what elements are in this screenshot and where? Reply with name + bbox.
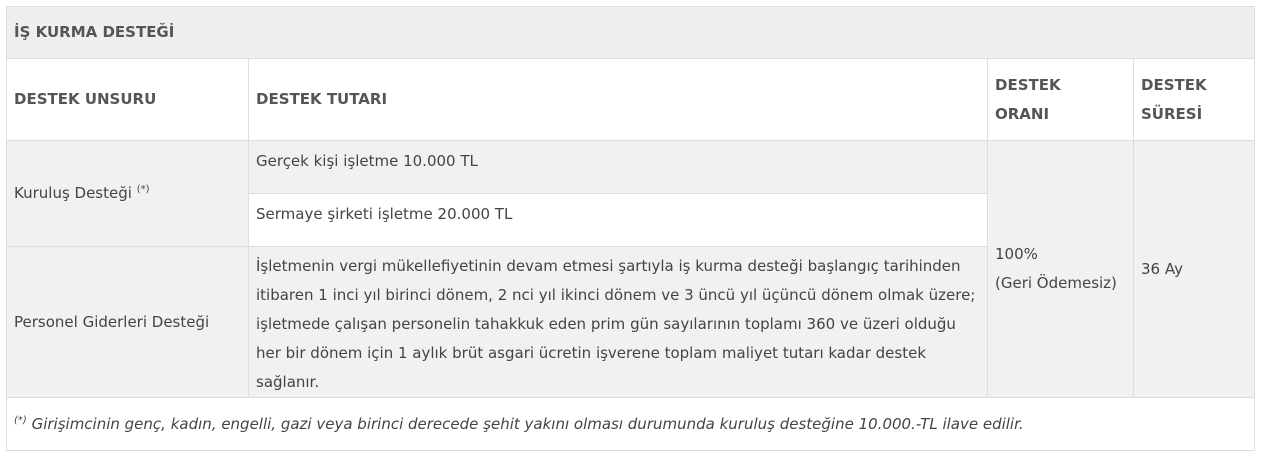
oran-value: 100% xyxy=(995,245,1038,263)
table-title-row: İŞ KURMA DESTEĞİ xyxy=(5,6,1256,59)
header-destek-suresi: DESTEK SÜRESİ xyxy=(1132,58,1256,141)
sure-cell: 36 Ay xyxy=(1132,140,1256,398)
header-oran-line1: DESTEK xyxy=(995,75,1061,94)
oran-cell: 100% (Geri Ödemesiz) xyxy=(987,140,1134,398)
personel-label: Personel Giderleri Desteği xyxy=(6,246,249,398)
kurulus-label: Kuruluş Desteği xyxy=(14,184,132,202)
header-destek-unsuru: DESTEK UNSURU xyxy=(6,58,249,141)
table-row: Kuruluş Desteği (*) Gerçek kişi işletme … xyxy=(6,140,1256,398)
kurulus-amount-2: Sermaye şirketi işletme 20.000 TL xyxy=(248,193,988,247)
table-title: İŞ KURMA DESTEĞİ xyxy=(5,6,1256,59)
header-destek-orani: DESTEK ORANI xyxy=(987,58,1134,141)
footnote: (*) Girişimcinin genç, kadın, engelli, g… xyxy=(5,397,1256,451)
header-sure-line2: SÜRESİ xyxy=(1141,104,1203,123)
kurulus-footnote-mark: (*) xyxy=(136,184,150,195)
kurulus-amount-1: Gerçek kişi işletme 10.000 TL xyxy=(248,140,988,194)
header-destek-tutari: DESTEK TUTARI xyxy=(248,58,988,141)
footnote-mark: (*) xyxy=(14,414,27,426)
support-table: İŞ KURMA DESTEĞİ DESTEK UNSURU DESTEK TU… xyxy=(5,6,1256,451)
header-sure-line1: DESTEK xyxy=(1141,75,1207,94)
footnote-row: (*) Girişimcinin genç, kadın, engelli, g… xyxy=(5,397,1256,451)
oran-note: (Geri Ödemesiz) xyxy=(995,274,1117,292)
table-header-row: DESTEK UNSURU DESTEK TUTARI DESTEK ORANI… xyxy=(6,58,1256,141)
personel-amount: İşletmenin vergi mükellefiyetinin devam … xyxy=(248,246,988,398)
kurulus-desteği-cell: Kuruluş Desteği (*) xyxy=(6,140,249,247)
header-oran-line2: ORANI xyxy=(995,104,1050,123)
footnote-text: Girişimcinin genç, kadın, engelli, gazi … xyxy=(26,414,1024,433)
